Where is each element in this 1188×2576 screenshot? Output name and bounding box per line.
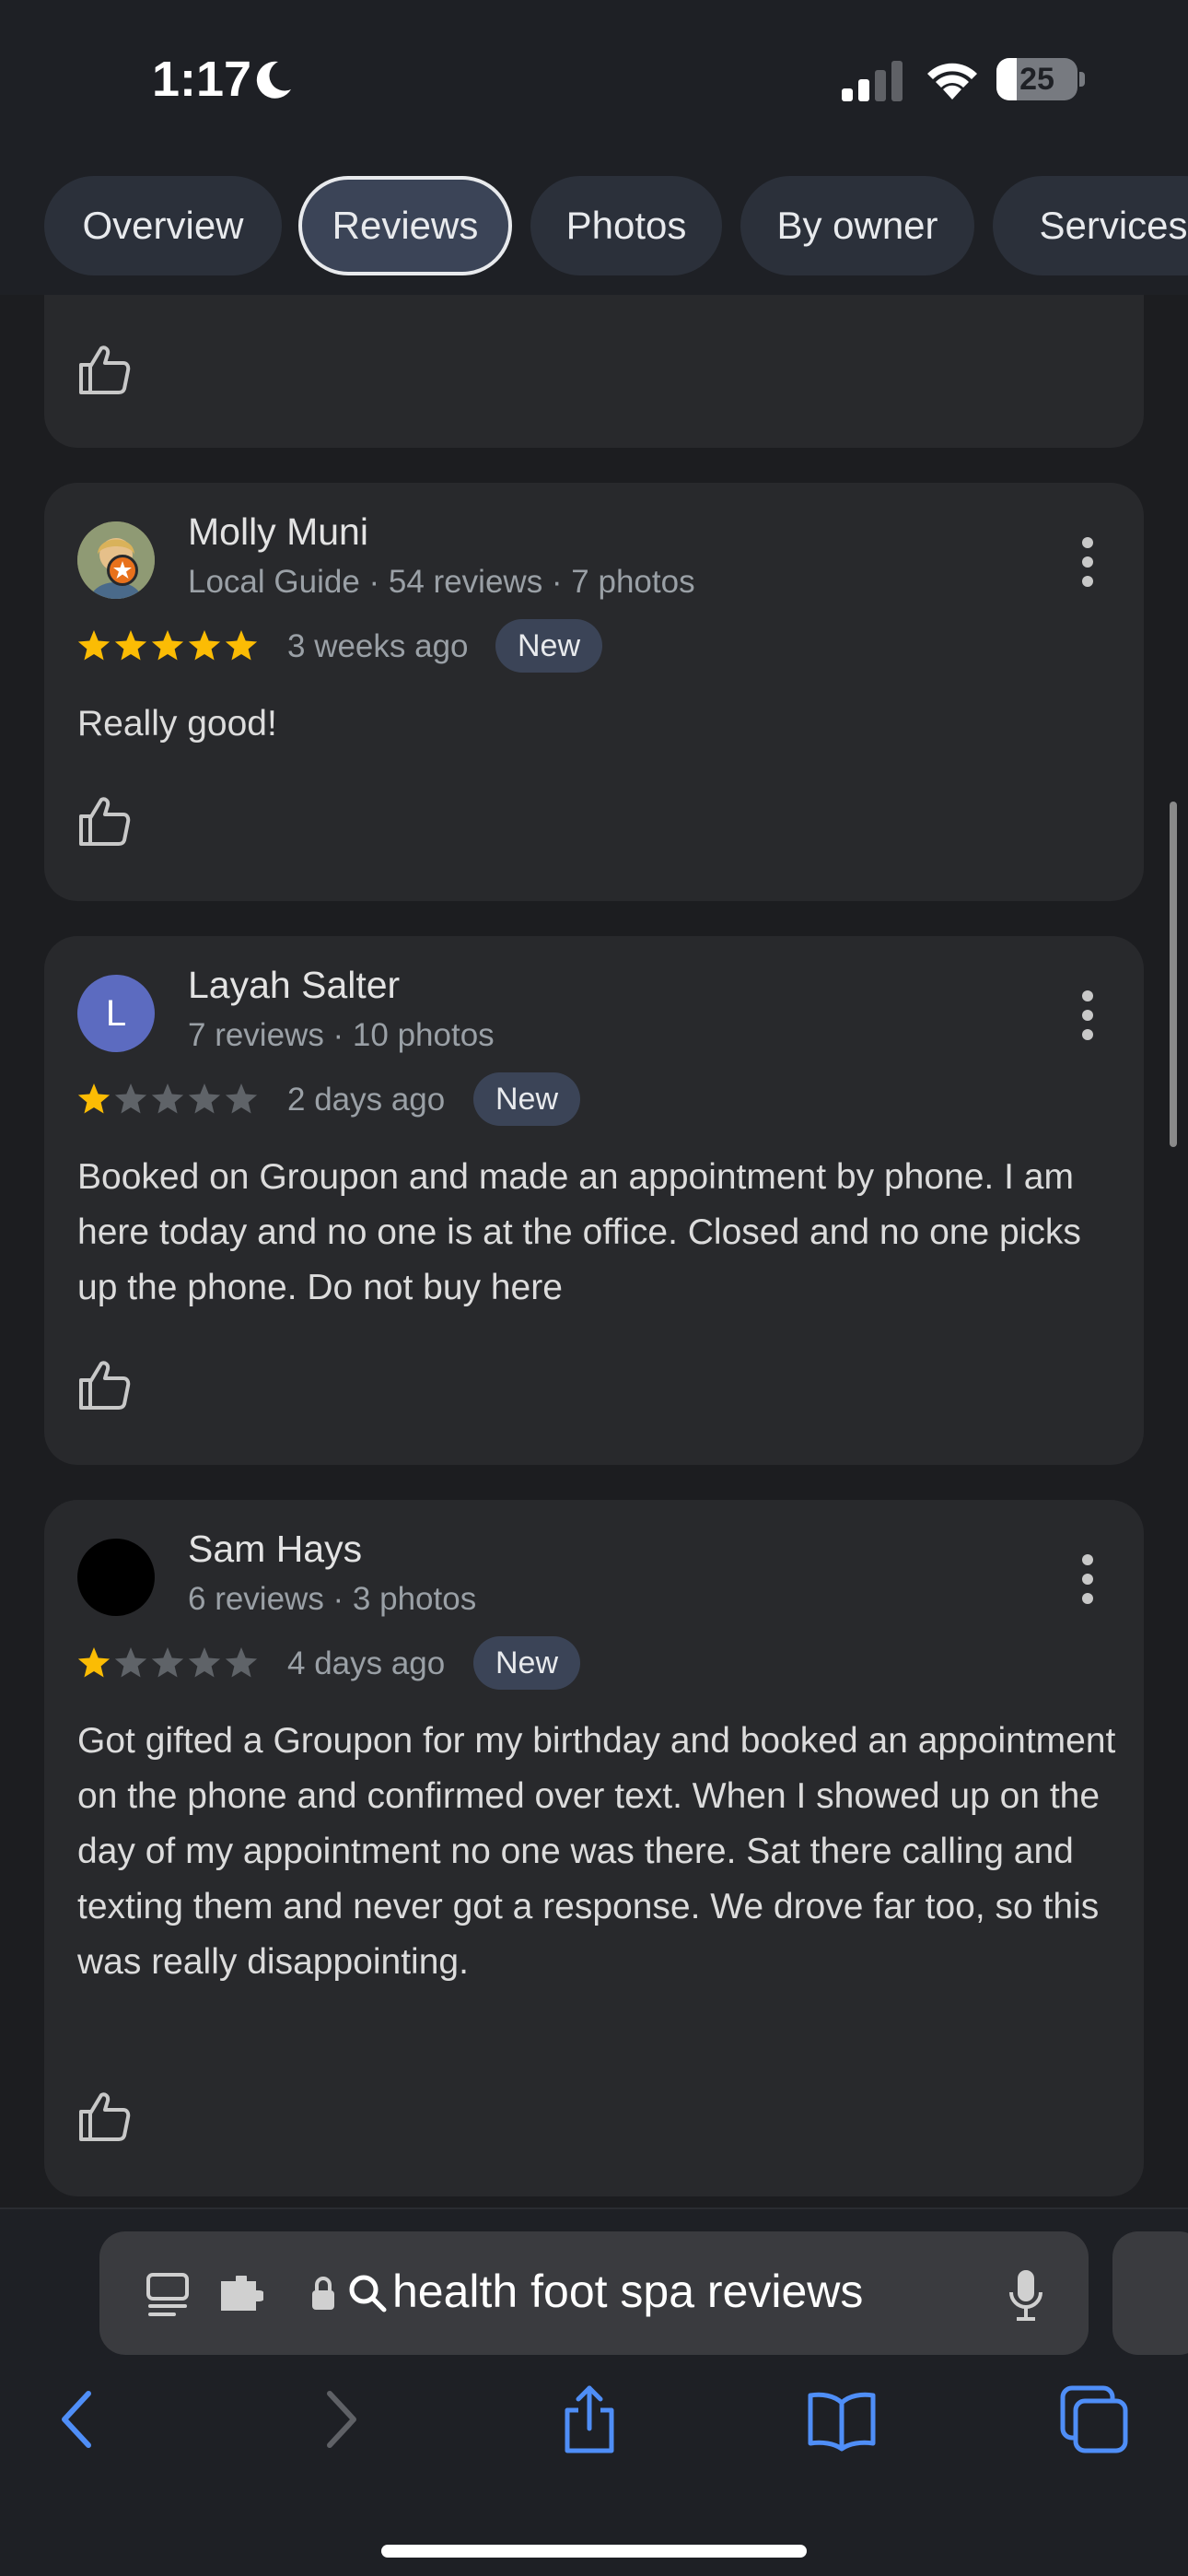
review-date: 3 weeks ago (287, 628, 469, 664)
star-empty-icon (188, 1083, 221, 1114)
status-bar: 1:17 25 (0, 0, 1188, 161)
reviewer-name[interactable]: Molly Muni (188, 510, 368, 554)
search-icon (349, 2275, 387, 2313)
reviewer-name[interactable]: Sam Hays (188, 1528, 362, 1571)
new-badge: New (495, 619, 603, 673)
local-guide-badge-icon (107, 555, 138, 586)
review-card: Molly Muni Local Guide · 54 reviews · 7 … (44, 483, 1144, 901)
battery-icon: 25 (996, 58, 1085, 100)
tab-overview[interactable]: Overview (44, 176, 282, 275)
star-empty-icon (151, 1083, 184, 1114)
scrollbar[interactable] (1170, 802, 1177, 1147)
star-empty-icon (114, 1647, 147, 1678)
star-rating (77, 1647, 258, 1678)
star-filled-icon (77, 1083, 111, 1114)
screen: 1:17 25 Overview Reviews Photos By owner (0, 0, 1188, 2576)
more-options-icon[interactable] (1081, 989, 1094, 1041)
star-empty-icon (114, 1083, 147, 1114)
more-options-icon[interactable] (1081, 536, 1094, 588)
thumbs-up-icon[interactable] (77, 2090, 131, 2143)
thumbs-up-icon[interactable] (77, 343, 131, 396)
reviewer-meta: Local Guide · 54 reviews · 7 photos (188, 564, 695, 600)
place-tabs: Overview Reviews Photos By owner Service… (0, 161, 1188, 295)
tab-photos[interactable]: Photos (530, 176, 722, 275)
star-filled-icon (151, 630, 184, 661)
star-filled-icon (77, 1647, 111, 1678)
star-filled-icon (77, 630, 111, 661)
wifi-icon (927, 63, 977, 100)
next-tab-preview[interactable] (1112, 2231, 1188, 2355)
star-empty-icon (188, 1647, 221, 1678)
more-options-icon[interactable] (1081, 1553, 1094, 1605)
review-card: Sam Hays 6 reviews · 3 photos 4 days ago… (44, 1500, 1144, 2196)
review-text: Got gifted a Groupon for my birthday and… (77, 1721, 1116, 1982)
status-time: 1:17 (152, 52, 252, 107)
reviewer-meta: 6 reviews · 3 photos (188, 1581, 477, 1617)
star-rating (77, 1083, 258, 1114)
moon-icon (256, 61, 291, 99)
reviews-list: Molly Muni Local Guide · 54 reviews · 7 … (0, 295, 1188, 2207)
review-card: L Layah Salter 7 reviews · 10 photos 2 d… (44, 936, 1144, 1465)
star-empty-icon (225, 1647, 258, 1678)
avatar[interactable] (77, 1539, 155, 1616)
home-indicator (381, 2545, 807, 2558)
signal-icon (842, 61, 903, 101)
thumbs-up-icon[interactable] (77, 1358, 131, 1411)
new-badge: New (473, 1072, 581, 1126)
reviewer-meta: 7 reviews · 10 photos (188, 1017, 495, 1053)
review-text: Really good! (77, 704, 277, 744)
star-rating (77, 630, 258, 661)
star-filled-icon (225, 630, 258, 661)
star-empty-icon (225, 1083, 258, 1114)
star-filled-icon (114, 630, 147, 661)
extension-icon[interactable] (217, 2276, 263, 2313)
new-badge: New (473, 1636, 581, 1690)
address-bar[interactable]: health foot spa reviews (99, 2231, 1089, 2355)
battery-level: 25 (1019, 62, 1054, 97)
tabs-icon[interactable] (1059, 2384, 1129, 2454)
review-text: Booked on Groupon and made an appointmen… (77, 1157, 1081, 1307)
back-icon[interactable] (44, 2384, 114, 2454)
review-date: 4 days ago (287, 1645, 446, 1681)
star-empty-icon (151, 1647, 184, 1678)
lock-icon (312, 2277, 334, 2310)
share-icon[interactable] (554, 2384, 624, 2454)
tab-services[interactable]: Services (993, 176, 1188, 275)
thumbs-up-icon[interactable] (77, 794, 131, 848)
browser-toolbar: health foot spa reviews (0, 2207, 1188, 2576)
review-card-partial (44, 295, 1144, 448)
forward-icon[interactable] (304, 2384, 374, 2454)
bookmarks-icon[interactable] (807, 2384, 877, 2454)
review-date: 2 days ago (287, 1082, 446, 1118)
microphone-icon[interactable] (1007, 2268, 1044, 2322)
tab-by-owner[interactable]: By owner (740, 176, 974, 275)
tab-reviews[interactable]: Reviews (298, 176, 512, 275)
star-filled-icon (188, 630, 221, 661)
reader-mode-icon[interactable] (146, 2272, 190, 2318)
address-text[interactable]: health foot spa reviews (392, 2265, 863, 2318)
reviewer-name[interactable]: Layah Salter (188, 964, 400, 1007)
avatar[interactable]: L (77, 975, 155, 1052)
